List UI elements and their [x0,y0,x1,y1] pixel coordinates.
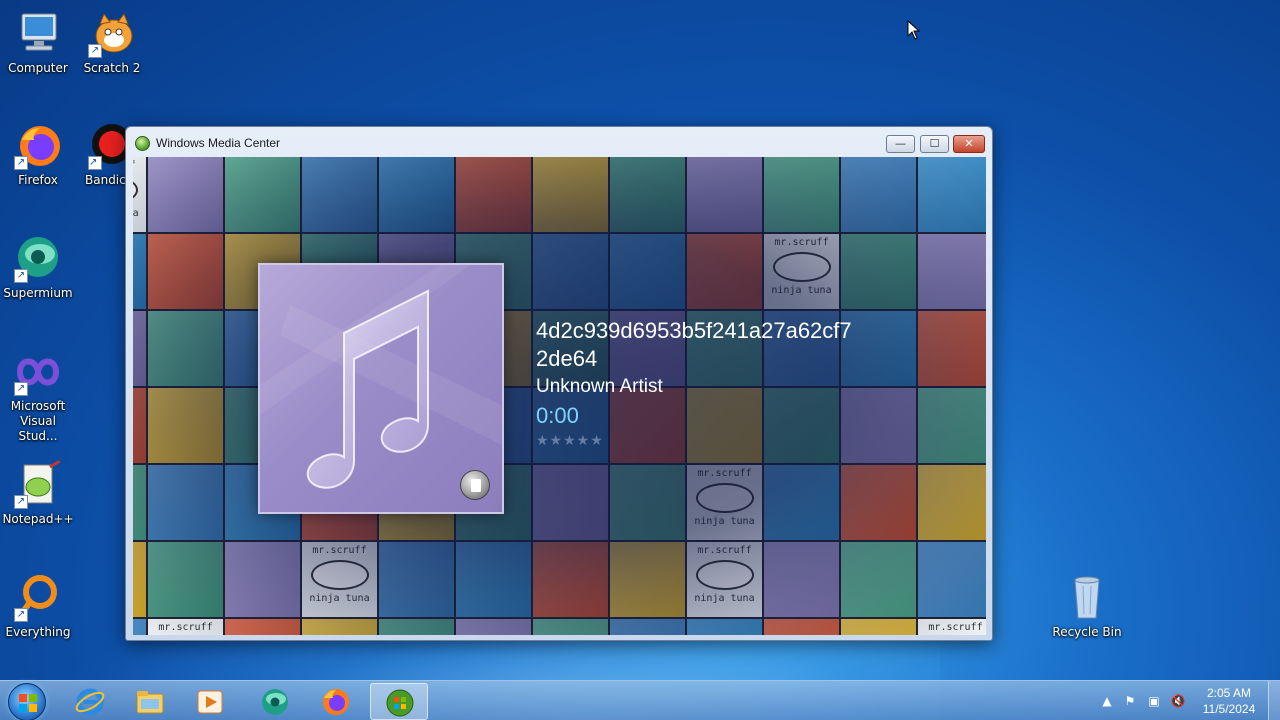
desktop-icon-label: Everything [5,625,71,639]
shortcut-arrow-icon: ↗ [14,269,28,283]
supermium-icon [262,689,288,715]
shortcut-arrow-icon: ↗ [88,156,102,170]
bandicam-icon: ↗ [88,122,126,170]
desktop-icon-label: Firefox [18,173,58,187]
clock-date: 11/5/2024 [1202,702,1256,716]
desktop-icon-everything[interactable]: ↗ Everything [0,574,76,640]
firefox-icon [323,689,349,715]
shortcut-arrow-icon: ↗ [14,608,28,622]
shortcut-arrow-icon: ↗ [14,495,28,509]
desktop-icon-visual-studio[interactable]: ↗ Microsoft Visual Stud... [0,348,76,444]
now-playing-view[interactable]: mr.scruffninja tunamr.scruffninja tunamr… [133,157,986,635]
show-hidden-icons-chevron-icon[interactable]: ▲ [1099,693,1115,709]
track-info: 4d2c939d6953b5f241a27a62cf72de64 Unknown… [536,317,856,450]
desktop-icon-label: Notepad++ [2,512,74,526]
visual-studio-icon: ↗ [14,348,62,396]
media-center-icon [386,689,414,717]
window-title: Windows Media Center [156,136,281,150]
track-elapsed-time: 0:00 [536,403,579,428]
file-explorer-icon [136,691,164,714]
everything-icon: ↗ [14,574,62,622]
internet-explorer-icon [75,688,105,716]
stop-button[interactable] [460,470,490,500]
desktop-icon-label: Computer [8,61,68,75]
volume-muted-icon[interactable]: 🔇 [1170,693,1186,709]
start-button[interactable] [8,683,46,720]
desktop-icon-firefox[interactable]: ↗ Firefox [0,122,76,188]
media-center-window[interactable]: Windows Media Center — ☐ ✕ mr.scruffninj… [125,126,993,641]
firefox-icon: ↗ [14,122,62,170]
desktop-icon-label: Microsoft Visual Stud... [10,399,66,443]
action-center-icon[interactable]: ⚑ [1122,693,1138,709]
taskbar-file-explorer[interactable] [121,683,179,720]
mouse-cursor-icon [907,19,921,44]
desktop-icon-label: Bandica [85,173,126,187]
close-button[interactable]: ✕ [953,135,985,153]
desktop-icon-recycle-bin[interactable]: Recycle Bin [1048,574,1126,640]
show-desktop-button[interactable] [1268,681,1280,720]
recycle-bin-icon [1063,574,1111,622]
desktop-icon-bandicam[interactable]: ↗ Bandica [74,122,126,188]
desktop-icon-supermium[interactable]: ↗ Supermium [0,235,76,301]
window-titlebar[interactable]: Windows Media Center — ☐ ✕ [126,127,992,157]
shortcut-arrow-icon: ↗ [14,382,28,396]
taskbar-clock[interactable]: 2:05 AM 11/5/2024 [1192,685,1266,717]
scratch-icon: ↗ [88,10,136,58]
shortcut-arrow-icon: ↗ [88,44,102,58]
clock-time: 2:05 AM [1206,686,1252,700]
computer-icon [14,10,62,58]
desktop-icon-computer[interactable]: Computer [0,10,76,76]
media-player-icon [197,690,223,714]
taskbar-media-center[interactable] [370,683,428,720]
desktop-icon-scratch[interactable]: ↗ Scratch 2 [74,10,150,76]
windows-logo-icon [19,694,37,712]
track-artist: Unknown Artist [536,376,663,397]
taskbar-firefox[interactable] [307,683,365,720]
network-icon[interactable]: ▣ [1146,693,1162,709]
taskbar-media-player[interactable] [181,683,239,720]
desktop-icon-notepadpp[interactable]: ↗ Notepad++ [0,459,76,527]
minimize-button[interactable]: — [886,135,915,153]
desktop-icon-label: Supermium [3,286,73,300]
desktop-icon-label: Scratch 2 [83,61,141,75]
rating-stars[interactable]: ★★★★★ [536,432,856,450]
supermium-icon: ↗ [14,235,62,283]
taskbar-internet-explorer[interactable] [61,683,119,720]
taskbar: ▲ ⚑ ▣ 🔇 2:05 AM 11/5/2024 [0,680,1280,720]
taskbar-supermium[interactable] [246,683,304,720]
notepadpp-icon: ↗ [14,459,62,509]
maximize-button[interactable]: ☐ [920,135,949,153]
shortcut-arrow-icon: ↗ [14,156,28,170]
media-center-icon [135,136,150,151]
track-title: 4d2c939d6953b5f241a27a62cf72de64 [536,318,852,371]
desktop-icon-label: Recycle Bin [1052,625,1122,639]
